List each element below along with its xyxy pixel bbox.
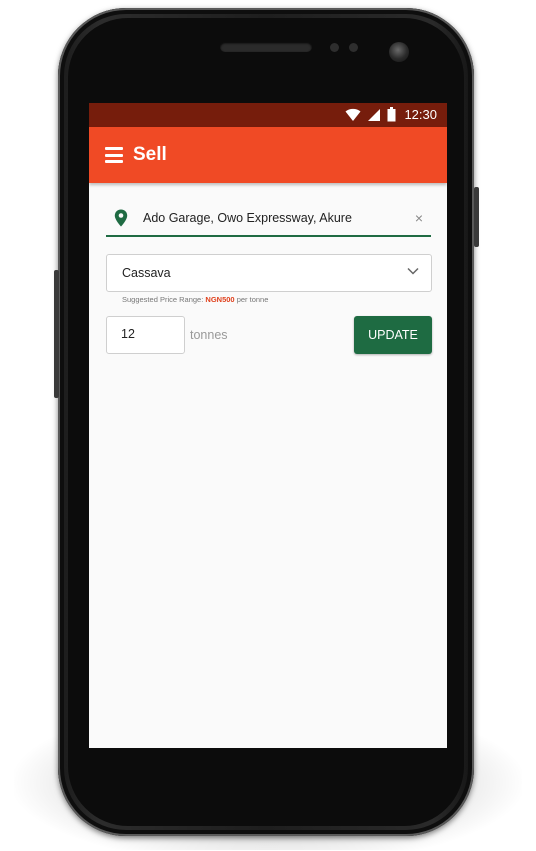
crop-select-value: Cassava [122, 266, 171, 280]
quantity-unit: tonnes [190, 328, 228, 342]
location-field[interactable]: × [106, 205, 431, 237]
location-input[interactable] [143, 211, 403, 225]
crop-select[interactable]: Cassava [106, 254, 432, 292]
status-bar: 12:30 [89, 103, 447, 127]
app-bar: Sell [89, 127, 447, 183]
phone-camera [389, 42, 409, 62]
price-hint-value: NGN500 [205, 295, 235, 304]
chevron-down-icon [407, 267, 419, 275]
quantity-input[interactable] [121, 327, 176, 341]
phone-power-button [474, 187, 479, 247]
wifi-icon [345, 108, 361, 121]
location-pin-icon [114, 209, 128, 227]
hamburger-menu-icon[interactable] [105, 147, 123, 163]
page-title: Sell [133, 144, 167, 165]
phone-sensor [349, 43, 358, 52]
price-hint-prefix: Suggested Price Range: [122, 295, 204, 304]
status-icons: 12:30 [345, 107, 437, 122]
cell-signal-icon [368, 108, 381, 121]
phone-volume-button [54, 270, 59, 398]
quantity-field[interactable] [106, 316, 185, 354]
status-time: 12:30 [404, 107, 437, 122]
battery-icon [387, 107, 396, 122]
price-hint-suffix: per tonne [236, 295, 269, 304]
phone-speaker [220, 42, 312, 52]
price-hint: Suggested Price Range: NGN500 per tonne [122, 295, 268, 304]
app-screen: 12:30 Sell × Cassava Suggested Price Ran… [89, 103, 447, 748]
phone-sensor [330, 43, 339, 52]
clear-icon[interactable]: × [415, 210, 423, 226]
update-button[interactable]: UPDATE [354, 316, 432, 354]
